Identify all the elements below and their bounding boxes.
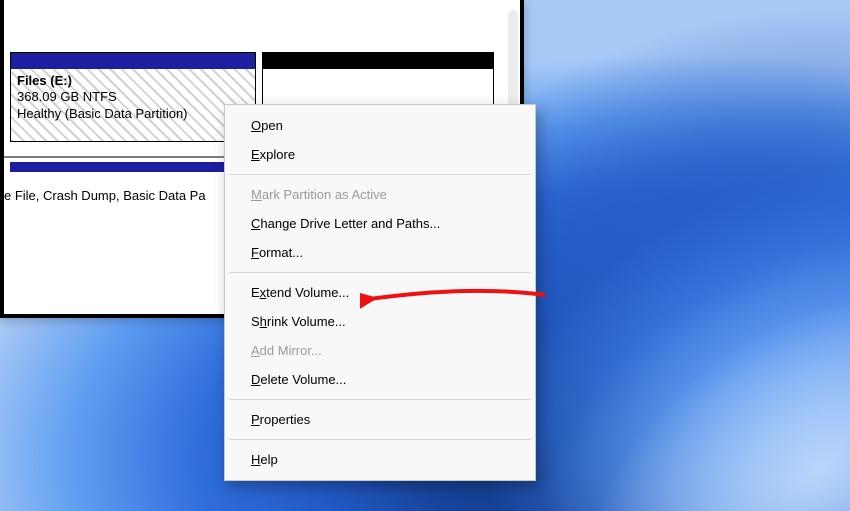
menu-explore[interactable]: Explore	[225, 140, 535, 169]
partition-size: 368.09 GB NTFS	[17, 89, 249, 105]
partition-context-menu: Open Explore Mark Partition as Active Ch…	[224, 104, 536, 481]
partition-files-e[interactable]: Files (E:) 368.09 GB NTFS Healthy (Basic…	[10, 52, 256, 142]
menu-shrink-volume[interactable]: Shrink Volume...	[225, 307, 535, 336]
partition-status: Healthy (Basic Data Partition)	[17, 106, 249, 122]
menu-mark-active: Mark Partition as Active	[225, 180, 535, 209]
menu-change-drive-letter[interactable]: Change Drive Letter and Paths...	[225, 209, 535, 238]
menu-extend-volume[interactable]: Extend Volume...	[225, 278, 535, 307]
menu-properties[interactable]: Properties	[225, 405, 535, 434]
desktop-wallpaper: Files (E:) 368.09 GB NTFS Healthy (Basic…	[0, 0, 850, 511]
menu-delete-volume[interactable]: Delete Volume...	[225, 365, 535, 394]
partition-status-text: e File, Crash Dump, Basic Data Pa	[4, 188, 206, 203]
menu-format[interactable]: Format...	[225, 238, 535, 267]
menu-open[interactable]: Open	[225, 111, 535, 140]
partition-name: Files (E:)	[17, 73, 249, 89]
menu-help[interactable]: Help	[225, 445, 535, 474]
menu-add-mirror: Add Mirror...	[225, 336, 535, 365]
